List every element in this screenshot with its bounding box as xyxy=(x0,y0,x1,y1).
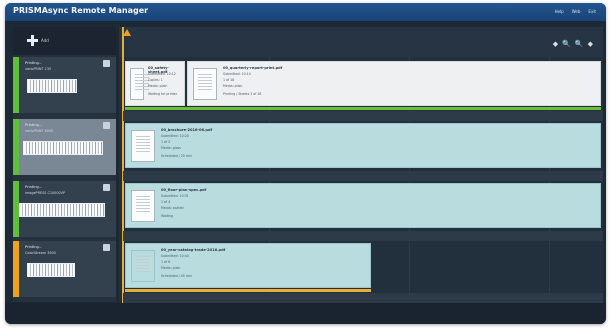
status-stripe xyxy=(13,241,19,297)
job-thumbnail xyxy=(131,190,155,222)
job-detail: Waiting xyxy=(161,214,173,218)
lane-progress-bar xyxy=(125,107,601,110)
printer-image xyxy=(23,141,103,155)
printer-icon[interactable] xyxy=(103,244,110,251)
zoom-out-icon[interactable]: 🔍 xyxy=(562,40,571,48)
schedule-view: ◆ 🔍 🔍 ◆ 00_safety-sheet.pdf Submitted: 1… xyxy=(119,27,603,303)
printer-name: varioPRINT 6000 xyxy=(25,129,54,133)
job-title: 00_year-catalog-trade-2016.pdf xyxy=(161,248,226,252)
job-thumbnail xyxy=(131,130,155,162)
web-link[interactable]: Web xyxy=(572,9,581,14)
printer-image xyxy=(27,263,75,277)
title-links: Help Web Exit xyxy=(555,9,596,14)
printer-image xyxy=(19,203,105,217)
printer-list: Add Printing... varioPRINT 135 Printing.… xyxy=(13,27,116,302)
timeline-toolbar: ◆ 🔍 🔍 ◆ xyxy=(553,40,593,48)
job-detail: Submitted: 10:31 xyxy=(161,194,189,198)
job-detail: Media: plain xyxy=(161,266,181,270)
warning-icon[interactable] xyxy=(123,29,131,36)
job-card[interactable]: 00_year-catalog-trade-2016.pdf Submitted… xyxy=(125,243,371,288)
job-card[interactable]: 00_floor-plan-spec.pdf Submitted: 10:31 … xyxy=(125,183,601,228)
job-detail: Printing / Sheets 3 of 18 xyxy=(223,92,262,96)
job-detail: Media: gloss xyxy=(161,146,181,150)
job-card[interactable]: 00_quarterly-report-print.pdf Submitted:… xyxy=(187,61,601,106)
plus-icon xyxy=(27,35,38,46)
app-window: PRISMAsync Remote Manager Help Web Exit … xyxy=(5,3,606,324)
printer-status: Printing... xyxy=(25,185,43,189)
add-printer-button[interactable]: Add xyxy=(13,27,116,55)
job-detail: 1 of 4 xyxy=(161,200,171,204)
job-card[interactable]: 00_brochure-2016-06.pdf Submitted: 10:20… xyxy=(125,123,601,168)
status-stripe xyxy=(13,119,19,175)
job-detail: 1 of 18 xyxy=(223,78,235,82)
printer-card[interactable]: Printing... varioPRINT 135 xyxy=(13,57,116,113)
job-detail: Media: coated xyxy=(161,206,184,210)
printer-status: Printing... xyxy=(25,123,43,127)
job-detail: Copies: 1 xyxy=(148,78,163,82)
job-detail: Submitted: 10:44 xyxy=(161,254,189,258)
printer-status: Printing... xyxy=(25,61,43,65)
zoom-in-icon[interactable]: 🔍 xyxy=(575,40,584,48)
printer-image xyxy=(27,79,77,93)
job-thumbnail xyxy=(130,68,149,100)
job-detail: Submitted: 10:14 xyxy=(223,72,251,76)
job-card[interactable]: 00_safety-sheet.pdf Submitted: 10:12 Cop… xyxy=(125,61,185,106)
status-bar xyxy=(5,303,606,324)
job-progress-bar xyxy=(125,289,371,292)
printer-icon[interactable] xyxy=(103,60,110,67)
printer-icon[interactable] xyxy=(103,122,110,129)
printer-icon[interactable] xyxy=(103,184,110,191)
printer-card[interactable]: Printing... imagePRESS C10000VP xyxy=(13,181,116,237)
status-stripe xyxy=(13,57,19,113)
help-link[interactable]: Help xyxy=(555,9,564,14)
job-detail: 1 of 2 xyxy=(161,140,171,144)
printer-name: varioPRINT 135 xyxy=(25,67,52,71)
printer-card[interactable]: Printing... ColorStream 3900 xyxy=(13,241,116,297)
job-thumbnail xyxy=(131,250,155,282)
job-thumbnail xyxy=(193,68,217,100)
job-detail: Media: plain xyxy=(148,84,168,88)
job-detail: Submitted: 10:20 xyxy=(161,134,189,138)
pan-left-icon[interactable]: ◆ xyxy=(553,40,558,48)
printer-card[interactable]: Printing... varioPRINT 6000 xyxy=(13,119,116,175)
job-detail: Scheduled / 45 min xyxy=(161,274,192,278)
job-detail: Scheduled / 20 min xyxy=(161,154,192,158)
job-detail: Waiting for printer xyxy=(148,92,178,96)
lane-divider xyxy=(123,293,603,303)
timeline-header: ◆ 🔍 🔍 ◆ xyxy=(119,27,603,57)
printer-name: imagePRESS C10000VP xyxy=(25,191,66,195)
printer-status: Printing... xyxy=(25,245,43,249)
add-label: Add xyxy=(41,38,49,43)
pan-right-icon[interactable]: ◆ xyxy=(588,40,593,48)
printer-name: ColorStream 3900 xyxy=(25,251,56,255)
job-title: 00_brochure-2016-06.pdf xyxy=(161,128,213,132)
lane-divider xyxy=(123,231,603,241)
job-detail: Media: plain xyxy=(223,84,243,88)
job-title: 00_quarterly-report-print.pdf xyxy=(223,66,283,70)
app-title: PRISMAsync Remote Manager xyxy=(13,6,149,15)
job-detail: 1 of 6 xyxy=(161,260,171,264)
title-bar: PRISMAsync Remote Manager Help Web Exit xyxy=(5,3,606,21)
exit-link[interactable]: Exit xyxy=(588,9,596,14)
now-marker[interactable] xyxy=(122,27,124,303)
lane-divider xyxy=(123,111,603,121)
lane-divider xyxy=(123,171,603,181)
job-title: 00_floor-plan-spec.pdf xyxy=(161,188,207,192)
job-detail: Submitted: 10:12 xyxy=(148,72,176,76)
